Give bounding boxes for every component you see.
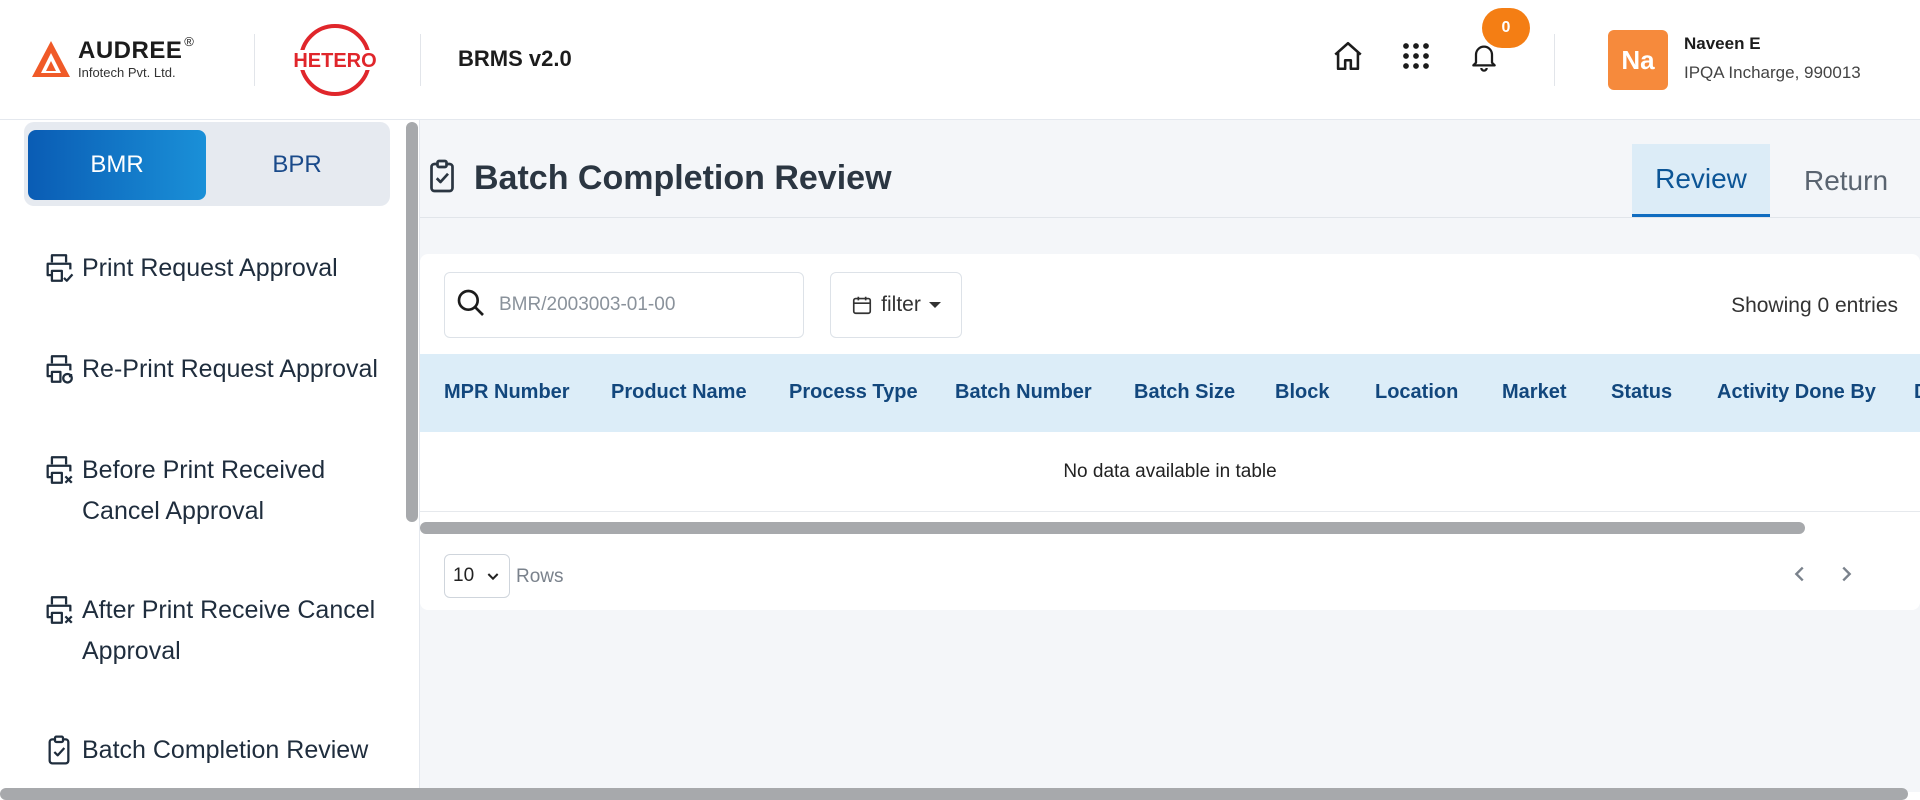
chevron-right-icon — [1835, 563, 1857, 590]
header-divider — [254, 34, 255, 86]
partner-logo-text: HETERO — [293, 50, 376, 72]
segment-bpr[interactable]: BPR — [208, 130, 386, 200]
caret-down-icon — [928, 302, 941, 308]
column-header[interactable]: Block — [1275, 381, 1329, 404]
sidebar-item-print-request-approval[interactable]: Print Request Approval — [40, 248, 390, 289]
audree-logo: AUDREE ® Infotech Pvt. Ltd. — [30, 34, 194, 84]
printer-refresh-icon — [40, 349, 78, 389]
search-icon — [455, 287, 487, 324]
registered-mark: ® — [184, 34, 195, 49]
sidebar-item-label: Print Request Approval — [82, 254, 338, 282]
search-input[interactable] — [499, 294, 779, 316]
notification-badge[interactable]: 0 — [1482, 8, 1530, 48]
segment-bmr[interactable]: BMR — [28, 130, 206, 200]
divider — [420, 217, 1920, 218]
header-divider — [1554, 34, 1555, 86]
table-header: MPR Number Product Name Process Type Bat… — [420, 354, 1920, 432]
column-header[interactable]: D — [1914, 381, 1920, 404]
search-box[interactable] — [444, 272, 804, 338]
empty-table-message: No data available in table — [420, 432, 1920, 512]
column-header[interactable]: Status — [1611, 381, 1672, 404]
filter-button[interactable]: filter — [830, 272, 962, 338]
column-header[interactable]: MPR Number — [444, 381, 570, 404]
printer-cancel-icon — [40, 450, 78, 490]
column-header[interactable]: Activity Done By — [1717, 381, 1876, 404]
hetero-logo: HETERO — [288, 24, 382, 96]
previous-page-button[interactable] — [1782, 558, 1818, 594]
bmr-bpr-toggle: BMR BPR — [24, 122, 390, 206]
column-header[interactable]: Location — [1375, 381, 1458, 404]
table-horizontal-scrollbar[interactable] — [420, 522, 1805, 534]
calendar-icon — [851, 294, 873, 316]
entries-count: Showing 0 entries — [1731, 294, 1898, 317]
page-header: Batch Completion Review — [424, 156, 892, 201]
table-card: filter Showing 0 entries MPR Number Prod… — [420, 254, 1920, 610]
clipboard-check-icon — [424, 156, 460, 201]
rows-per-page-value: 10 — [453, 565, 475, 586]
avatar[interactable]: Na — [1608, 30, 1668, 90]
user-role: IPQA Incharge, 990013 — [1684, 63, 1861, 82]
next-page-button[interactable] — [1828, 558, 1864, 594]
top-header: AUDREE ® Infotech Pvt. Ltd. HETERO BRMS v… — [0, 0, 1920, 120]
chevron-down-icon — [485, 568, 501, 590]
brand-name: AUDREE — [78, 37, 183, 64]
rows-per-page-select[interactable]: 10 — [444, 554, 510, 598]
sidebar-item-reprint-request-approval[interactable]: Re-Print Request Approval — [40, 349, 390, 390]
printer-check-icon — [40, 248, 78, 288]
column-header[interactable]: Product Name — [611, 381, 747, 404]
main-content: Batch Completion Review Review Return fi… — [420, 120, 1920, 792]
clipboard-check-icon — [40, 730, 78, 770]
sidebar-item-after-print-receive-cancel-approval[interactable]: After Print Receive Cancel Approval — [40, 590, 390, 672]
sidebar-item-label: Re-Print Request Approval — [82, 355, 378, 383]
page-horizontal-scrollbar[interactable] — [0, 788, 1908, 800]
sidebar-item-label: After Print Receive Cancel Approval — [82, 596, 376, 665]
brand-subtitle: Infotech Pvt. Ltd. — [78, 65, 176, 80]
app-title: BRMS v2.0 — [458, 46, 572, 71]
home-icon[interactable] — [1330, 38, 1366, 74]
printer-cancel-icon — [40, 590, 78, 630]
page-title: Batch Completion Review — [474, 159, 892, 197]
sidebar-scrollbar[interactable] — [406, 122, 418, 522]
tab-review[interactable]: Review — [1632, 144, 1770, 218]
sidebar-item-label: Before Print Received Cancel Approval — [82, 456, 326, 525]
header-divider — [420, 34, 421, 86]
column-header[interactable]: Process Type — [789, 381, 918, 404]
rows-label: Rows — [516, 566, 564, 587]
sidebar-item-label: Batch Completion Review — [82, 736, 369, 764]
filter-label: filter — [881, 293, 921, 316]
tab-return[interactable]: Return — [1776, 144, 1916, 218]
sidebar-item-batch-completion-review[interactable]: Batch Completion Review — [40, 730, 390, 771]
chevron-left-icon — [1789, 563, 1811, 590]
sidebar-item-before-print-received-cancel-approval[interactable]: Before Print Received Cancel Approval — [40, 450, 390, 532]
column-header[interactable]: Batch Number — [955, 381, 1092, 404]
apps-grid-icon[interactable] — [1398, 38, 1434, 74]
column-header[interactable]: Market — [1502, 381, 1566, 404]
audree-triangle-icon — [32, 41, 70, 77]
user-name[interactable]: Naveen E — [1684, 34, 1761, 54]
column-header[interactable]: Batch Size — [1134, 381, 1235, 404]
sidebar: BMR BPR Print Request Approval Re-Print … — [0, 120, 420, 792]
